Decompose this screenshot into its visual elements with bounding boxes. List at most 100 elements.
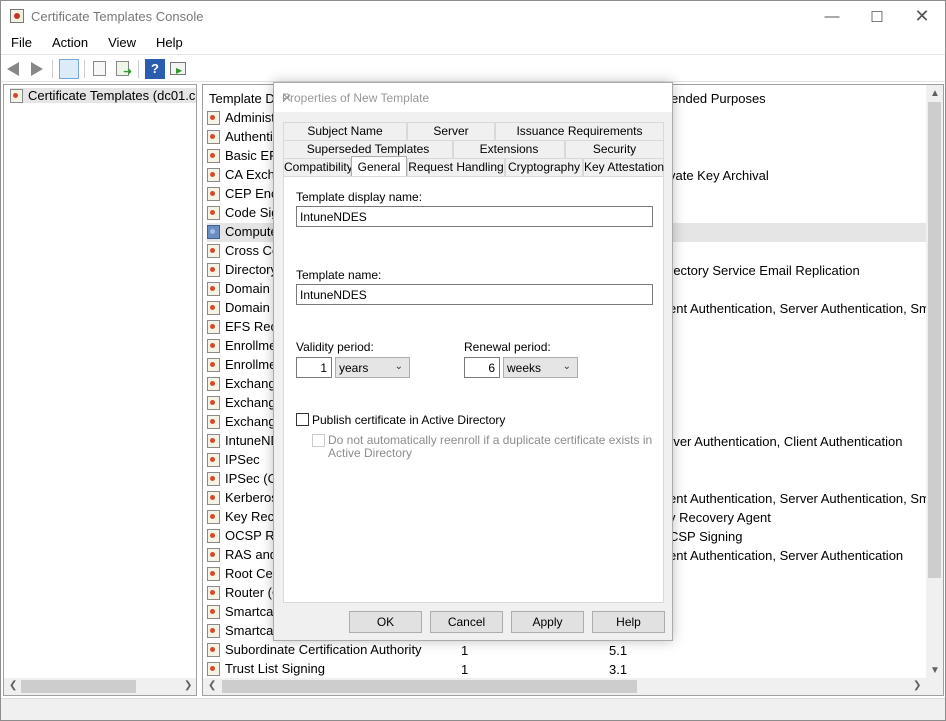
display-name-field[interactable]: IntuneNDES — [296, 206, 653, 227]
certificate-template-icon — [207, 205, 220, 220]
tab-compatibility[interactable]: Compatibility — [283, 158, 353, 176]
certificate-template-icon — [207, 661, 220, 676]
list-vscroll-thumb[interactable] — [928, 102, 941, 578]
close-icon[interactable]: ✕ — [899, 1, 945, 32]
version-cell: 3.1 — [609, 662, 628, 677]
template-name-text: IntuneND — [225, 433, 280, 448]
export-list-icon[interactable]: ➜ — [113, 59, 133, 79]
certificate-template-icon — [207, 452, 220, 467]
certificate-template-icon — [207, 110, 220, 125]
template-name-cell: Smartcar — [207, 604, 278, 619]
certificate-template-icon — [207, 528, 220, 543]
minimize-icon[interactable]: — — [809, 1, 855, 32]
apply-button[interactable]: Apply — [511, 611, 584, 633]
title-bar[interactable]: Certificate Templates Console — ☐ ✕ — [1, 1, 945, 32]
dialog-title-bar[interactable]: Properties of New Template ✕ — [274, 83, 672, 112]
tab-security[interactable]: Security — [565, 140, 664, 158]
template-name-cell: Smartcar — [207, 623, 278, 638]
list-horizontal-scrollbar[interactable]: ❮ ❯ — [203, 678, 943, 695]
properties-icon[interactable] — [90, 59, 110, 79]
certificate-template-icon — [207, 604, 220, 619]
display-name-label: Template display name: — [296, 190, 423, 204]
maximize-icon[interactable]: ☐ — [854, 1, 900, 32]
certificate-template-icon — [207, 224, 220, 239]
scroll-right-icon[interactable]: ❯ — [184, 680, 192, 691]
certificate-template-icon — [207, 357, 220, 372]
menu-help[interactable]: Help — [146, 32, 193, 54]
template-name-cell: Authentic — [207, 129, 279, 144]
tab-row-1: Subject Name Server Issuance Requirement… — [283, 122, 664, 140]
certificate-template-icon — [207, 547, 220, 562]
template-name-cell: Administ — [207, 110, 275, 125]
scroll-up-icon[interactable]: ▲ — [930, 88, 940, 99]
template-name-text: Smartcar — [225, 623, 278, 638]
menu-action[interactable]: Action — [42, 32, 98, 54]
help-button[interactable]: Help — [592, 611, 665, 633]
publish-ad-checkbox[interactable] — [296, 413, 309, 426]
scroll-left-icon[interactable]: ❮ — [9, 680, 17, 691]
tab-key-attestation[interactable]: Key Attestation — [583, 158, 664, 176]
chevron-down-icon: ⌄ — [562, 361, 571, 372]
certificate-template-icon — [207, 262, 220, 277]
renewal-unit-select[interactable]: weeks ⌄ — [503, 357, 578, 378]
intended-purposes-cell: CSP Signing — [669, 529, 743, 544]
tree-root-item[interactable]: Certificate Templates (dc01.corp — [10, 88, 196, 103]
tab-row-2: Superseded Templates Extensions Security — [283, 140, 664, 158]
forward-icon[interactable] — [27, 59, 47, 79]
scroll-left-icon[interactable]: ❮ — [208, 680, 216, 691]
template-name-cell: Domain C — [207, 300, 283, 315]
menu-view[interactable]: View — [98, 32, 146, 54]
no-reenroll-label: Do not automatically reenroll if a dupli… — [328, 433, 653, 460]
version-cell: 5.1 — [609, 643, 628, 658]
template-name-cell: Enrollme — [207, 357, 276, 372]
certificate-template-icon — [207, 414, 220, 429]
scroll-down-icon[interactable]: ▼ — [930, 665, 940, 676]
tab-row-3: Compatibility General Request Handling C… — [283, 156, 664, 177]
scroll-right-icon[interactable]: ❯ — [913, 680, 921, 691]
schema-version-cell: 1 — [461, 643, 469, 658]
template-name-cell: Subordinate Certification Authority — [207, 642, 422, 657]
tab-cryptography[interactable]: Cryptography — [505, 158, 583, 176]
certificate-template-icon — [207, 243, 220, 258]
tab-request-handling[interactable]: Request Handling — [407, 158, 505, 176]
renewal-period-label: Renewal period: — [464, 340, 551, 354]
back-icon[interactable] — [5, 59, 25, 79]
template-name-cell: Exchange — [207, 414, 283, 429]
certificate-app-icon — [10, 9, 24, 23]
help-icon[interactable]: ? — [145, 59, 165, 79]
certificate-template-icon — [207, 167, 220, 182]
schema-version-cell: 1 — [461, 662, 469, 677]
list-vertical-scrollbar[interactable]: ▲ ▼ — [926, 85, 943, 679]
certificate-template-icon — [207, 490, 220, 505]
tab-server[interactable]: Server — [407, 122, 495, 140]
table-row[interactable]: Trust List Signing 1 3.1 — [207, 660, 927, 679]
tree-horizontal-scrollbar[interactable]: ❮ ❯ — [4, 678, 196, 695]
template-name-cell: CA Excha — [207, 167, 282, 182]
list-hscroll-thumb[interactable] — [222, 680, 637, 693]
template-name-field[interactable]: IntuneNDES — [296, 284, 653, 305]
menu-file[interactable]: File — [1, 32, 42, 54]
validity-unit-select[interactable]: years ⌄ — [335, 357, 410, 378]
action-pane-icon[interactable]: ▶ — [168, 59, 188, 79]
toolbar: ➜ ? ▶ — [1, 54, 945, 82]
tab-issuance-requirements[interactable]: Issuance Requirements — [495, 122, 664, 140]
table-row[interactable]: Subordinate Certification Authority 1 5.1 — [207, 641, 927, 660]
renewal-period-value[interactable]: 6 — [464, 357, 500, 378]
template-name-text: Enrollme — [225, 357, 277, 372]
cancel-button[interactable]: Cancel — [430, 611, 503, 633]
template-name-text: IPSec — [225, 452, 260, 467]
ok-button[interactable]: OK — [349, 611, 422, 633]
dialog-close-icon[interactable]: ✕ — [282, 91, 664, 105]
column-header-intended-purposes[interactable]: ended Purposes — [671, 91, 766, 106]
tree-scroll-thumb[interactable] — [21, 680, 136, 693]
tab-general[interactable]: General — [351, 156, 407, 177]
certificate-template-icon — [207, 186, 220, 201]
tab-extensions[interactable]: Extensions — [453, 140, 565, 158]
template-name-cell: IPSec — [207, 452, 260, 467]
tab-subject-name[interactable]: Subject Name — [283, 122, 407, 140]
certificate-template-icon — [207, 566, 220, 581]
show-tree-icon[interactable] — [59, 59, 79, 79]
publish-ad-label[interactable]: Publish certificate in Active Directory — [312, 413, 505, 427]
validity-period-value[interactable]: 1 — [296, 357, 332, 378]
certificate-template-icon — [207, 300, 220, 315]
